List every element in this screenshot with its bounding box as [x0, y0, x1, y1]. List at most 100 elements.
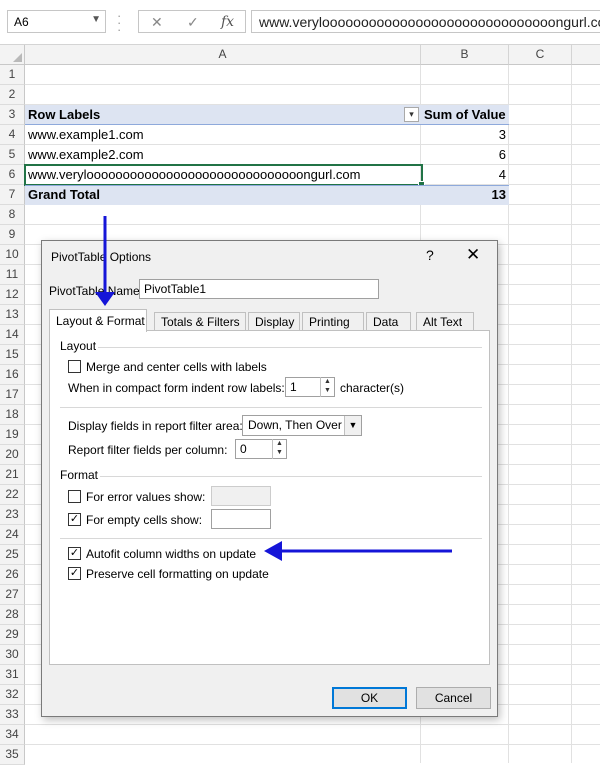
chevron-down-icon[interactable]: ▼: [344, 416, 361, 435]
preserve-formatting-label: Preserve cell formatting on update: [86, 567, 269, 581]
name-box[interactable]: A6 ▼: [7, 10, 106, 33]
column-header-d[interactable]: [572, 45, 600, 65]
row-header[interactable]: 23: [0, 505, 25, 525]
row-header[interactable]: 12: [0, 285, 25, 305]
row-header[interactable]: 1: [0, 65, 25, 85]
dialog-title: PivotTable Options: [51, 250, 152, 264]
row-header[interactable]: 21: [0, 465, 25, 485]
row-header[interactable]: 26: [0, 565, 25, 585]
empty-cells-checkbox[interactable]: ✓: [68, 513, 81, 526]
row-header[interactable]: 11: [0, 265, 25, 285]
layout-section-heading: Layout: [60, 339, 97, 353]
row-header[interactable]: 30: [0, 645, 25, 665]
tab-display[interactable]: Display: [248, 312, 300, 331]
tab-data[interactable]: Data: [366, 312, 411, 331]
row-header[interactable]: 25: [0, 545, 25, 565]
row-header[interactable]: 34: [0, 725, 25, 745]
filter-per-column-label: Report filter fields per column:: [68, 443, 228, 457]
chevron-down-icon[interactable]: ▼: [91, 14, 101, 25]
row-header[interactable]: 16: [0, 365, 25, 385]
ok-button[interactable]: OK: [332, 687, 407, 709]
filter-per-column-input[interactable]: 0 ▲ ▼: [235, 439, 287, 459]
active-cell-selection: [24, 164, 425, 188]
merge-center-checkbox[interactable]: [68, 360, 81, 373]
filter-per-column-spinner[interactable]: ▲ ▼: [272, 439, 286, 459]
tab-totals-filters[interactable]: Totals & Filters: [154, 312, 246, 331]
pivot-total-value[interactable]: 13: [421, 185, 509, 205]
row-header[interactable]: 20: [0, 445, 25, 465]
name-box-value: A6: [14, 15, 29, 29]
row-header[interactable]: 28: [0, 605, 25, 625]
formula-input[interactable]: www.veryloooooooooooooooooooooooooooooon…: [251, 10, 600, 33]
enter-icon[interactable]: ✓: [187, 14, 199, 31]
pivot-item-label[interactable]: www.example2.com: [25, 145, 147, 165]
autofit-label: Autofit column widths on update: [86, 547, 257, 561]
row-header[interactable]: 15: [0, 345, 25, 365]
indent-spinner[interactable]: ▲ ▼: [320, 377, 334, 397]
tab-layout-format[interactable]: Layout & Format: [49, 309, 147, 332]
row-header[interactable]: 17: [0, 385, 25, 405]
cancel-button[interactable]: Cancel: [416, 687, 491, 709]
layout-format-panel: Layout Merge and center cells with label…: [49, 330, 490, 665]
divider: [100, 476, 482, 477]
empty-cells-input[interactable]: [211, 509, 271, 529]
spin-up-icon[interactable]: ▲: [321, 377, 334, 386]
row-header[interactable]: 5: [0, 145, 25, 165]
pivot-sum-header[interactable]: Sum of Value: [421, 105, 509, 125]
tab-alt-text[interactable]: Alt Text: [416, 312, 474, 331]
column-header-c[interactable]: C: [509, 45, 572, 65]
row-header[interactable]: 14: [0, 325, 25, 345]
indent-value: 1: [290, 380, 297, 394]
row-header[interactable]: 4: [0, 125, 25, 145]
pivot-item-value[interactable]: 3: [421, 125, 509, 145]
row-header[interactable]: 19: [0, 425, 25, 445]
pivot-total-label[interactable]: Grand Total: [25, 185, 103, 205]
pivot-item-value[interactable]: 4: [421, 165, 509, 185]
row-header[interactable]: 10: [0, 245, 25, 265]
pivot-item-value[interactable]: 6: [421, 145, 509, 165]
select-all-corner[interactable]: [0, 45, 25, 65]
insert-function-icon[interactable]: fx: [221, 14, 234, 30]
filter-dropdown-icon[interactable]: ▾: [404, 107, 419, 122]
error-values-checkbox[interactable]: [68, 490, 81, 503]
error-values-label: For error values show:: [86, 490, 206, 504]
column-header-b[interactable]: B: [421, 45, 509, 65]
divider: [60, 407, 482, 408]
cancel-icon[interactable]: ✕: [151, 14, 163, 31]
column-header-a[interactable]: A: [25, 45, 421, 65]
pivot-item-label[interactable]: www.example1.com: [25, 125, 147, 145]
row-header[interactable]: 32: [0, 685, 25, 705]
empty-cells-label: For empty cells show:: [86, 513, 203, 527]
row-header[interactable]: 27: [0, 585, 25, 605]
help-icon[interactable]: ?: [426, 247, 434, 263]
row-header[interactable]: 2: [0, 85, 25, 105]
row-header[interactable]: 33: [0, 705, 25, 725]
pivottable-options-dialog: PivotTable Options ? ✕ PivotTable Name: …: [41, 240, 498, 717]
row-header[interactable]: 18: [0, 405, 25, 425]
spin-down-icon[interactable]: ▼: [321, 386, 334, 395]
row-header[interactable]: 31: [0, 665, 25, 685]
row-header[interactable]: 24: [0, 525, 25, 545]
row-header[interactable]: 3: [0, 105, 25, 125]
display-fields-value: Down, Then Over: [248, 418, 342, 432]
row-header[interactable]: 29: [0, 625, 25, 645]
pivot-row-labels-header[interactable]: Row Labels: [25, 105, 103, 125]
pivottable-name-input[interactable]: PivotTable1: [139, 279, 379, 299]
row-header[interactable]: 35: [0, 745, 25, 765]
row-header[interactable]: 6: [0, 165, 25, 185]
row-header[interactable]: 22: [0, 485, 25, 505]
autofit-checkbox[interactable]: ✓: [68, 547, 81, 560]
spin-up-icon[interactable]: ▲: [273, 439, 286, 448]
preserve-formatting-checkbox[interactable]: ✓: [68, 567, 81, 580]
row-header[interactable]: 7: [0, 185, 25, 205]
display-fields-dropdown[interactable]: Down, Then Over ▼: [242, 415, 362, 436]
spin-down-icon[interactable]: ▼: [273, 448, 286, 457]
indent-spinner-input[interactable]: 1 ▲ ▼: [285, 377, 335, 397]
row-header[interactable]: 8: [0, 205, 25, 225]
tab-printing[interactable]: Printing: [302, 312, 364, 331]
row-header[interactable]: 13: [0, 305, 25, 325]
close-icon[interactable]: ✕: [466, 245, 480, 265]
display-fields-label: Display fields in report filter area:: [68, 419, 243, 433]
merge-center-label: Merge and center cells with labels: [86, 360, 267, 374]
row-header[interactable]: 9: [0, 225, 25, 245]
